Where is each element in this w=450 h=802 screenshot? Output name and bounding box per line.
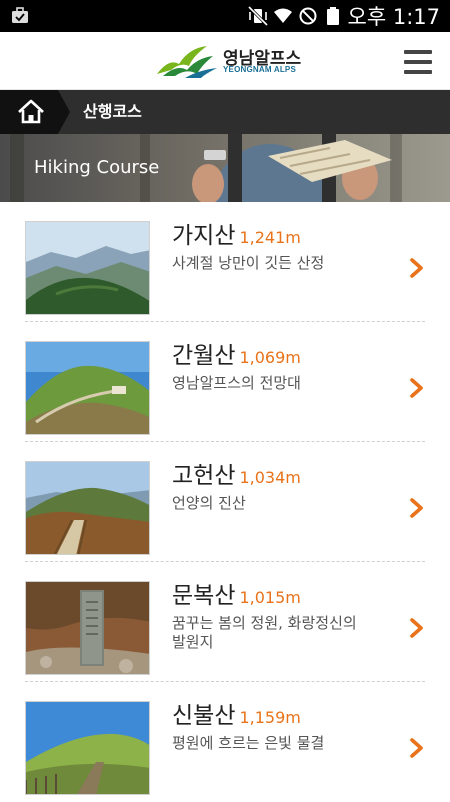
home-button[interactable] (0, 90, 70, 134)
list-item[interactable]: 고헌산 1,034m 언양의 진산 (0, 442, 450, 562)
mountain-name: 문복산 (172, 583, 236, 609)
logo-english-text: YEONGNAM ALPS (223, 65, 296, 74)
briefcase-icon (12, 7, 28, 23)
mountain-list: 가지산 1,241m 사계절 낭만이 깃든 산정 간월산 1,069m 영남알프스 (0, 202, 450, 802)
mountain-height: 1,015m (239, 588, 301, 607)
chevron-right-icon (410, 258, 423, 278)
home-icon (0, 90, 70, 134)
breadcrumb: 산행코스 (0, 90, 450, 134)
mountain-description: 사계절 낭만이 깃든 산정 (172, 254, 325, 272)
mountain-thumbnail (25, 341, 150, 435)
status-bar: 오후 1:17 (0, 0, 450, 32)
list-item[interactable]: 문복산 1,015m 꿈꾸는 봄의 정원, 화랑정신의 발원지 (0, 562, 450, 682)
mountain-height: 1,159m (239, 708, 301, 727)
chevron-right-icon (410, 378, 423, 398)
mountain-name: 고헌산 (172, 463, 236, 489)
list-item[interactable]: 간월산 1,069m 영남알프스의 전망대 (0, 322, 450, 442)
mountain-description-line: 발원지 (172, 633, 214, 651)
breadcrumb-label: 산행코스 (83, 102, 142, 121)
no-signal-icon (299, 7, 317, 25)
hero-banner: Hiking Course (0, 134, 450, 202)
logo-mountain-icon (157, 46, 217, 78)
app-logo[interactable]: 영남알프스 YEONGNAM ALPS (155, 44, 301, 80)
chevron-right-icon (410, 738, 423, 758)
mountain-thumbnail (25, 221, 150, 315)
mute-vibrate-icon (247, 6, 268, 26)
hero-title: Hiking Course (34, 157, 160, 178)
status-time: 오후 1:17 (347, 5, 440, 29)
mountain-height: 1,069m (239, 348, 301, 367)
mountain-height: 1,034m (239, 468, 301, 487)
mountain-name: 간월산 (172, 343, 236, 369)
list-item[interactable]: 신불산 1,159m 평원에 흐르는 은빛 물결 (0, 682, 450, 802)
mountain-description: 평원에 흐르는 은빛 물결 (172, 734, 325, 752)
mountain-thumbnail (25, 461, 150, 555)
battery-icon (326, 7, 339, 25)
list-item[interactable]: 가지산 1,241m 사계절 낭만이 깃든 산정 (0, 202, 450, 322)
mountain-thumbnail (25, 581, 150, 675)
mountain-description: 언양의 진산 (172, 494, 246, 512)
mountain-height: 1,241m (239, 228, 301, 247)
mountain-description: 꿈꾸는 봄의 정원, 화랑정신의 발원지 (172, 614, 402, 652)
wifi-icon (273, 8, 292, 23)
mountain-name: 신불산 (172, 703, 236, 729)
mountain-name: 가지산 (172, 223, 236, 249)
mountain-description: 영남알프스의 전망대 (172, 374, 301, 392)
app-header: 영남알프스 YEONGNAM ALPS (0, 32, 450, 90)
chevron-right-icon (410, 498, 423, 518)
mountain-description-line: 꿈꾸는 봄의 정원, 화랑정신의 (172, 614, 357, 632)
hamburger-menu-icon[interactable] (404, 50, 432, 74)
chevron-right-icon (410, 618, 423, 638)
mountain-thumbnail (25, 701, 150, 795)
